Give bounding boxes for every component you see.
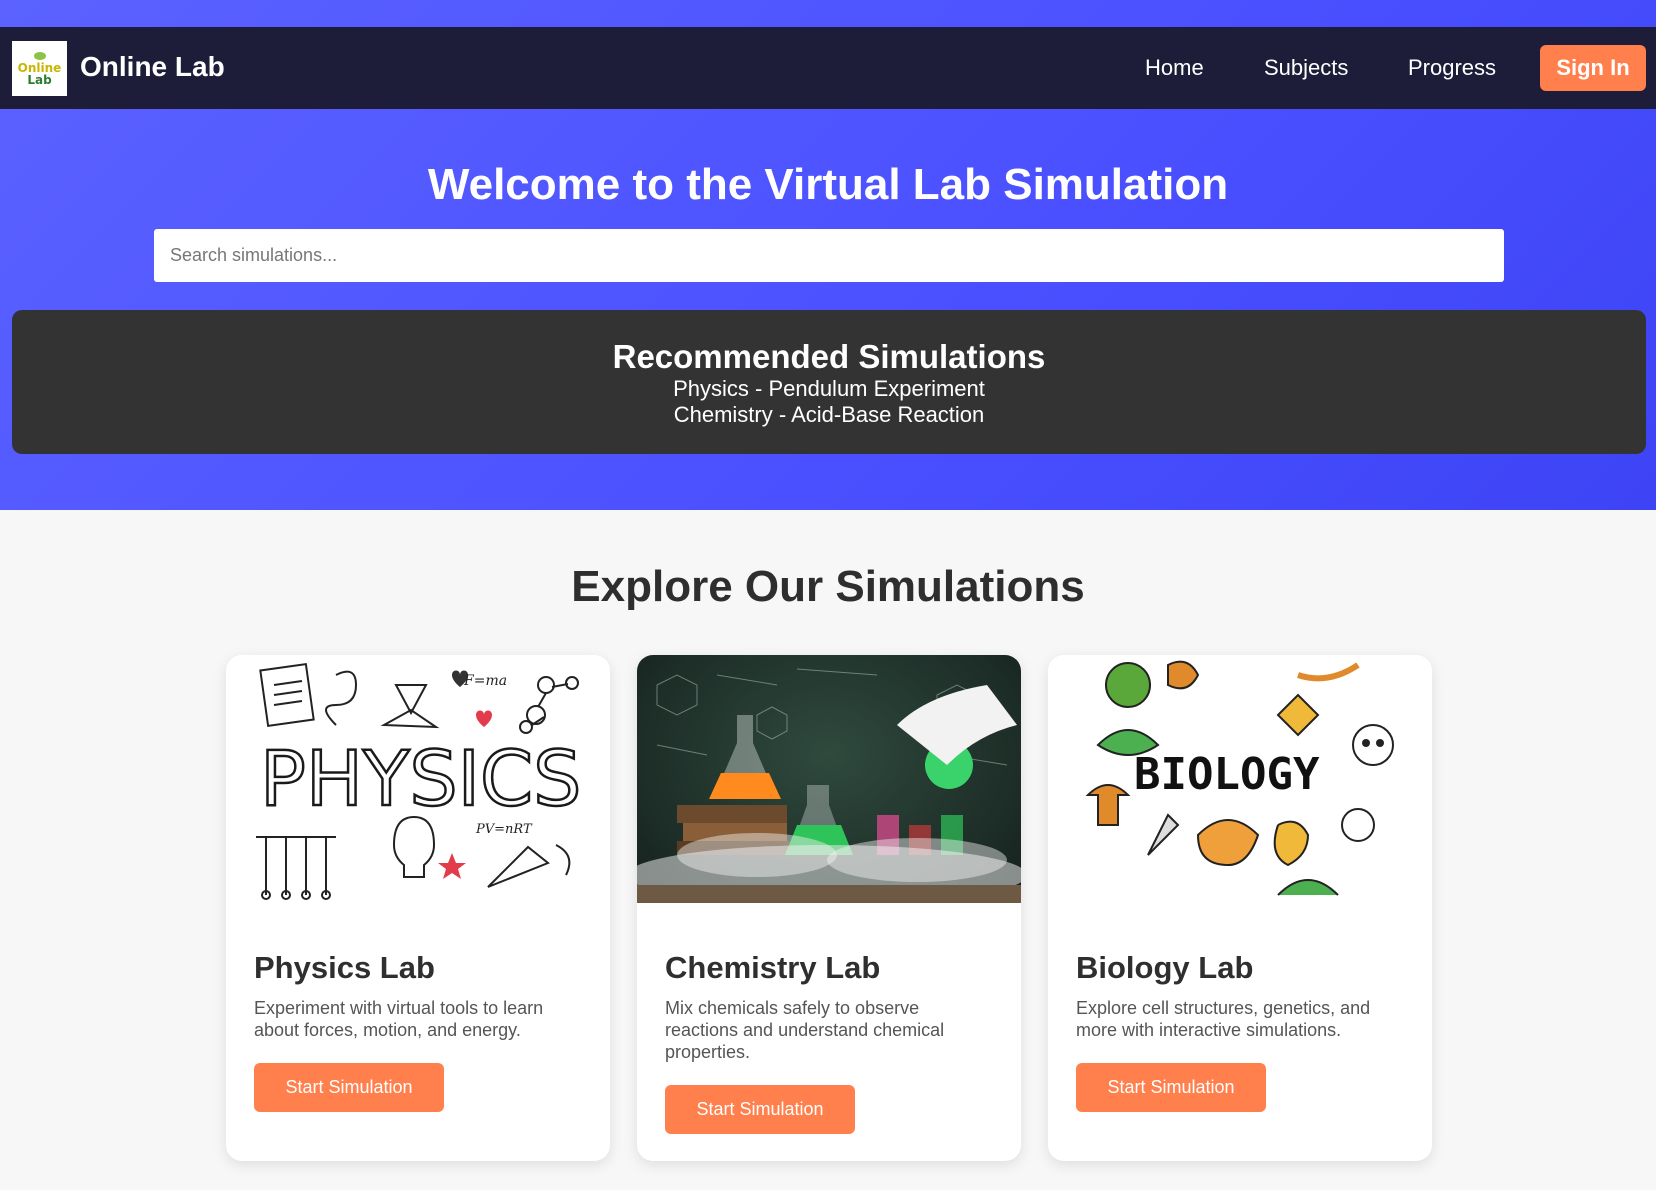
biology-image: BIOLOGY [1048, 655, 1432, 903]
physics-image: PHYSICS F=ma PV=nRT [226, 655, 610, 903]
formula-text: F=ma [463, 673, 507, 689]
recommended-title: Recommended Simulations [612, 338, 1046, 375]
section-title: Explore Our Simulations [571, 562, 1085, 611]
nav-subjects[interactable]: Subjects [1264, 55, 1348, 81]
formula-text: PV=nRT [475, 822, 533, 837]
physics-card: PHYSICS F=ma PV=nRT Physics Lab Experime… [226, 655, 610, 1161]
card-description: Mix chemicals safely to observe reaction… [665, 998, 945, 1062]
nav-home[interactable]: Home [1145, 55, 1204, 81]
recommended-item[interactable]: Chemistry - Acid-Base Reaction [12, 402, 1646, 428]
logo-text-line1: Online [17, 60, 62, 75]
biology-card: BIOLOGY Biology Lab Explore cell structu… [1048, 655, 1432, 1161]
chemistry-image [637, 655, 1021, 903]
start-simulation-button[interactable]: Start Simulation [1076, 1063, 1266, 1112]
chemistry-card: Chemistry Lab Mix chemicals safely to ob… [637, 655, 1021, 1161]
leaf-icon [33, 51, 46, 60]
recommended-item[interactable]: Physics - Pendulum Experiment [12, 376, 1646, 402]
sign-in-button[interactable]: Sign In [1540, 45, 1646, 91]
physics-image-text: PHYSICS [260, 734, 581, 823]
nav-progress[interactable]: Progress [1408, 55, 1496, 81]
card-description: Explore cell structures, genetics, and m… [1076, 998, 1371, 1040]
card-title: Chemistry Lab [665, 950, 881, 985]
biology-image-text: BIOLOGY [1134, 749, 1320, 800]
search-input[interactable] [154, 229, 1504, 282]
card-title: Physics Lab [254, 950, 435, 985]
logo-text-line2: Lab [27, 72, 52, 87]
top-navbar: Online Lab Online Lab Home Subjects Prog… [0, 27, 1656, 109]
card-title: Biology Lab [1076, 950, 1254, 985]
start-simulation-button[interactable]: Start Simulation [665, 1085, 855, 1134]
brand-name[interactable]: Online Lab [80, 51, 225, 83]
start-simulation-button[interactable]: Start Simulation [254, 1063, 444, 1112]
recommended-panel: Recommended Simulations Physics - Pendul… [12, 310, 1646, 454]
logo[interactable]: Online Lab [12, 41, 67, 96]
hero-title: Welcome to the Virtual Lab Simulation [427, 160, 1229, 209]
card-description: Experiment with virtual tools to learn a… [254, 998, 544, 1040]
